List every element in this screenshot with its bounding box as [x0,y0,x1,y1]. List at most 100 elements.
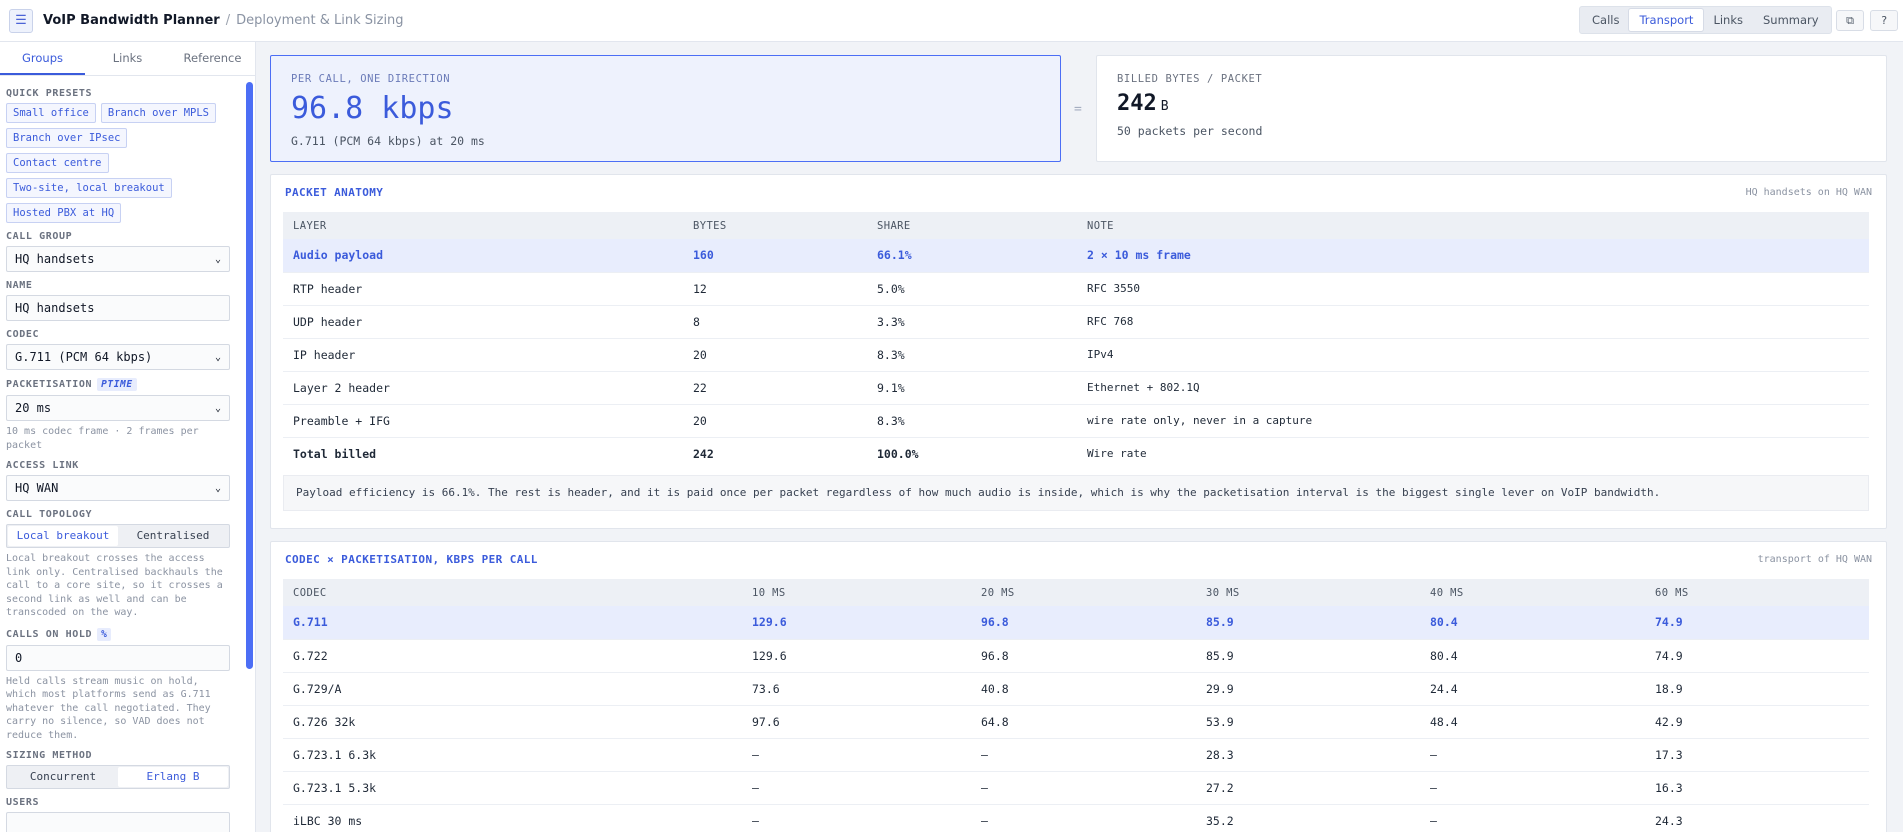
ptime-tag: PTIME [97,378,137,391]
preset-chip[interactable]: Branch over IPsec [6,128,128,148]
chevron-down-icon: ⌄ [214,253,221,265]
preset-chip[interactable]: Contact centre [6,153,109,173]
cell: — [742,771,971,805]
cell: RFC 3550 [1077,272,1869,306]
cell: 42.9 [1645,705,1869,739]
cell: 16.3 [1645,771,1869,805]
sizing-option-concurrent[interactable]: Concurrent [8,767,118,787]
per-call-card: PER CALL, ONE DIRECTION 96.8 kbps G.711 … [270,55,1061,162]
table-row-total: Total billed 242 100.0% Wire rate [283,437,1869,470]
cell: 29.9 [1196,672,1420,706]
cell: — [742,738,971,772]
name-input[interactable]: HQ handsets [6,295,230,321]
topology-option-local[interactable]: Local breakout [8,526,118,546]
cell: 18.9 [1645,672,1869,706]
menu-icon[interactable]: ☰ [9,8,33,33]
cell: Ethernet + 802.1Q [1077,371,1869,405]
codec-value: G.711 (PCM 64 kbps) [15,350,153,364]
billed-sub: 50 packets per second [1117,124,1263,138]
access-link-label: ACCESS LINK [6,460,79,471]
sizing-option-erlang[interactable]: Erlang B [118,767,228,787]
table-row[interactable]: G.723.1 5.3k — —27.2—16.3 [283,771,1869,805]
cell: G.726 32k [283,705,742,739]
title-separator: / [225,13,231,28]
sidebar-scrollbar[interactable] [246,82,253,669]
preset-chip[interactable]: Branch over MPLS [100,103,217,123]
sidebar-tab-groups[interactable]: Groups [0,42,85,75]
tab-summary[interactable]: Summary [1753,9,1829,31]
call-group-select[interactable]: HQ handsets ⌄ [6,246,230,272]
preset-chip[interactable]: Hosted PBX at HQ [6,203,122,223]
billed-unit: B [1160,99,1169,114]
chevron-down-icon: ⌄ [214,351,221,363]
cell: — [1420,771,1645,805]
cell: 8 [683,305,867,339]
chevron-down-icon: ⌄ [214,402,221,414]
sidebar: Groups Links Reference QUICK PRESETS Sma… [0,42,256,832]
billed-label: BILLED BYTES / PACKET [1117,73,1263,85]
cell: Total billed [293,446,377,461]
cell: 96.8 [971,606,1196,640]
sidebar-tabs: Groups Links Reference [0,42,255,76]
cell: G.711 [283,606,742,640]
name-value: HQ handsets [15,301,95,315]
hold-input[interactable]: 0 [6,644,230,671]
cell: — [971,771,1196,805]
packetisation-hint: 10 ms codec frame · 2 frames per packet [6,426,199,451]
preset-chip[interactable]: Small office [6,103,96,123]
cell: iLBC 30 ms [283,804,742,832]
codec-matrix-card: CODEC × PACKETISATION, KBPS PER CALL tra… [270,541,1887,832]
cell: 8.3% [867,404,1077,438]
users-input[interactable] [6,812,230,832]
cell: 48.4 [1420,705,1645,739]
cell: Layer 2 header [283,371,683,405]
cell: 2 × 10 ms frame [1077,239,1869,273]
cell: 5.0% [867,272,1077,306]
sidebar-tab-reference[interactable]: Reference [170,42,255,75]
hold-label: CALLS ON HOLD % [6,627,230,641]
topology-hint: Local breakout crosses the access link o… [6,553,223,618]
table-row[interactable]: iLBC 30 ms — —35.2—24.3 [283,804,1869,832]
cell: 129.6 [742,639,971,673]
tab-calls[interactable]: Calls [1582,9,1629,31]
topology-option-centralised[interactable]: Centralised [118,526,228,546]
cell: — [742,804,971,832]
sidebar-form: QUICK PRESETS Small office Branch over M… [6,88,230,832]
tab-links[interactable]: Links [1703,9,1753,31]
codec-select[interactable]: G.711 (PCM 64 kbps) ⌄ [6,344,230,370]
sizing-toggle: Concurrent Erlang B [6,765,230,789]
tab-transport[interactable]: Transport [1629,9,1704,31]
users-label: USERS [6,797,40,808]
access-link-value: HQ WAN [15,481,59,495]
cell: — [1420,738,1645,772]
efficiency-note: Payload efficiency is 66.1%. The rest is… [283,475,1869,511]
table-row[interactable]: G.726 32k 97.6 64.8 53.9 48.4 42.9 [283,705,1869,739]
per-call-label: PER CALL, ONE DIRECTION [291,73,451,85]
cell: 27.2 [1196,771,1420,805]
top-bar: ☰ VoIP Bandwidth Planner / Deployment & … [0,0,1903,42]
cell: 129.6 [742,606,971,640]
chevron-down-icon: ⌄ [214,482,221,494]
table-row[interactable]: G.722 129.6 96.8 85.9 80.4 74.9 [283,639,1869,673]
cell: 66.1% [867,239,1077,273]
packetisation-select[interactable]: 20 ms ⌄ [6,395,230,421]
cell: — [971,804,1196,832]
help-icon[interactable]: ? [1870,10,1898,31]
packetisation-label-text: PACKETISATION [6,379,93,390]
preset-chip[interactable]: Two-site, local breakout [6,178,172,198]
cell: G.722 [283,639,742,673]
table-row[interactable]: G.711 129.6 96.8 85.9 80.4 74.9 [283,606,1869,640]
anatomy-note: HQ handsets on HQ WAN [1745,187,1872,198]
table-row[interactable]: G.729/A 73.6 40.8 29.9 24.4 18.9 [283,672,1869,706]
table-row[interactable]: G.723.1 6.3k — —28.3—17.3 [283,738,1869,772]
access-link-select[interactable]: HQ WAN ⌄ [6,475,230,501]
sidebar-tab-links[interactable]: Links [85,42,170,75]
table-row: RTP header 12 5.0% RFC 3550 [283,272,1869,306]
per-call-sub: G.711 (PCM 64 kbps) at 20 ms [291,134,485,148]
cell: IP header [283,338,683,372]
column-header: SHARE [867,212,1077,239]
table-row: UDP header 8 3.3% RFC 768 [283,305,1869,339]
cell: 22 [683,371,867,405]
copy-icon[interactable]: ⧉ [1836,10,1864,31]
column-header: LAYER [283,212,683,239]
